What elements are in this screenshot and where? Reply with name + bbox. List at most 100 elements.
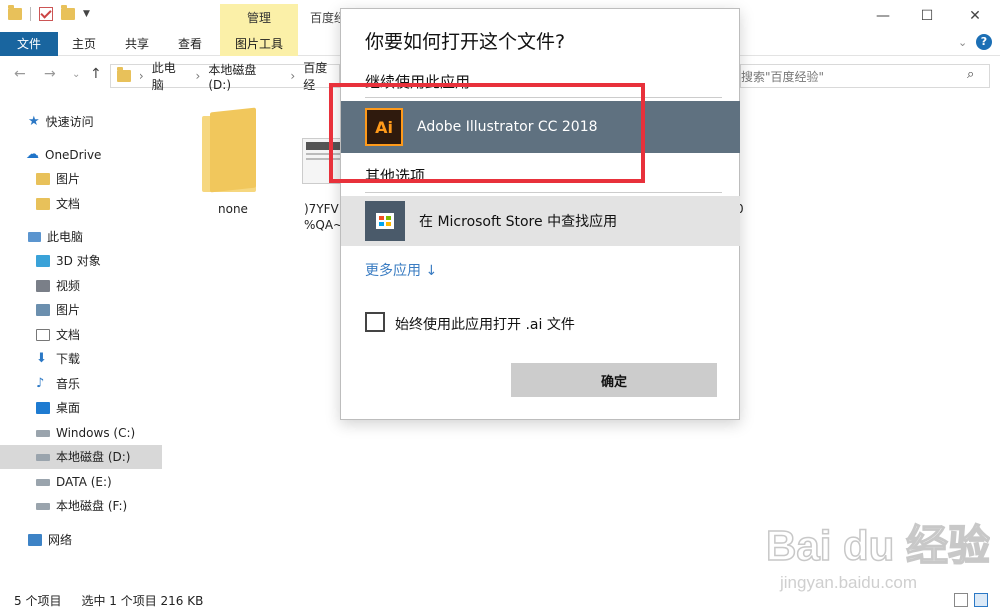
drive-icon xyxy=(36,453,50,461)
sidebar-item-drive-e[interactable]: DATA (E:) xyxy=(0,470,162,494)
sidebar-item-onedrive[interactable]: ☁ OneDrive xyxy=(0,143,162,167)
tab-picture-tools[interactable]: 图片工具 xyxy=(220,32,298,56)
sidebar-item-label: 桌面 xyxy=(56,401,81,415)
network-icon xyxy=(28,534,42,546)
store-icon xyxy=(365,201,405,241)
file-tab[interactable]: 文件 xyxy=(0,32,58,56)
baidu-jingyan-watermark: Bai du 经验 jingyan.baidu.com xyxy=(765,521,990,592)
quick-access-toolbar: ▼ xyxy=(8,5,90,21)
folder-icon xyxy=(117,67,131,82)
sidebar-item-label: 下载 xyxy=(56,352,81,366)
breadcrumb-this-pc[interactable]: 此电脑 xyxy=(152,59,188,93)
sidebar-item-drive-c[interactable]: Windows (C:) xyxy=(0,421,162,445)
manage-tab[interactable]: 管理 xyxy=(220,4,298,32)
cloud-icon: ☁ xyxy=(26,147,39,162)
folder-icon xyxy=(36,198,50,210)
file-name: none xyxy=(218,202,248,216)
file-name-continued: %QA~ xyxy=(304,218,344,232)
watermark-brand: Bai du 经验 xyxy=(766,522,990,569)
sidebar-item-quick-access[interactable]: ★ 快速访问 xyxy=(0,110,162,134)
documents-icon xyxy=(36,329,50,341)
recent-dropdown-icon[interactable]: ⌄ xyxy=(72,69,80,80)
tab-home[interactable]: 主页 xyxy=(72,32,96,56)
divider xyxy=(30,7,31,21)
sidebar-item-label: Windows (C:) xyxy=(56,426,136,440)
drive-icon xyxy=(36,429,50,437)
properties-icon[interactable] xyxy=(39,7,53,21)
sidebar-item-label: 视频 xyxy=(56,279,81,293)
drive-icon xyxy=(36,502,50,510)
app-option-microsoft-store[interactable]: 在 Microsoft Store 中查找应用 xyxy=(341,196,740,246)
item-count: 5 个项目 xyxy=(14,593,62,608)
minimize-button[interactable]: — xyxy=(860,0,906,32)
download-icon: ⬇ xyxy=(36,351,47,366)
search-input[interactable]: 搜索"百度经验" ⌕ xyxy=(740,64,990,88)
tab-view[interactable]: 查看 xyxy=(178,32,202,56)
sidebar-item-network[interactable]: 网络 xyxy=(0,528,162,552)
sidebar-item-label: 本地磁盘 (D:) xyxy=(56,450,131,464)
sidebar-item-label: 本地磁盘 (F:) xyxy=(56,499,128,513)
sidebar-item-label: 音乐 xyxy=(56,377,81,391)
customize-dropdown-icon[interactable]: ▼ xyxy=(83,9,90,19)
pictures-icon xyxy=(36,304,50,316)
desktop-icon xyxy=(36,402,50,414)
sidebar-item-music[interactable]: ♪ 音乐 xyxy=(0,372,162,396)
large-icons-view-icon[interactable] xyxy=(974,593,988,607)
ok-button[interactable]: 确定 xyxy=(511,363,717,397)
video-icon xyxy=(36,280,50,292)
folder-icon xyxy=(36,173,50,185)
sidebar-item-label: DATA (E:) xyxy=(56,475,112,489)
highlight-annotation xyxy=(329,83,645,183)
sidebar-item-documents[interactable]: 文档 xyxy=(0,323,162,347)
watermark-url: jingyan.baidu.com xyxy=(779,573,917,592)
sidebar-item-onedrive-pictures[interactable]: 图片 xyxy=(0,167,162,191)
sidebar-item-drive-f[interactable]: 本地磁盘 (F:) xyxy=(0,494,162,518)
breadcrumb-drive-d[interactable]: 本地磁盘 (D:) xyxy=(208,61,282,92)
sidebar-item-desktop[interactable]: 桌面 xyxy=(0,396,162,420)
sidebar-item-label: 快速访问 xyxy=(45,115,94,129)
sidebar-item-3d-objects[interactable]: 3D 对象 xyxy=(0,249,162,273)
search-icon[interactable]: ⌕ xyxy=(967,67,974,82)
expand-ribbon-icon[interactable]: ⌄ xyxy=(958,36,967,49)
maximize-button[interactable]: ☐ xyxy=(904,0,950,32)
dialog-title: 你要如何打开这个文件? xyxy=(365,31,566,53)
help-icon[interactable]: ? xyxy=(976,34,992,50)
new-folder-icon[interactable] xyxy=(61,5,75,20)
forward-icon[interactable]: → xyxy=(44,66,56,82)
music-icon: ♪ xyxy=(36,376,45,391)
sidebar-item-pictures[interactable]: 图片 xyxy=(0,298,162,322)
sidebar-item-videos[interactable]: 视频 xyxy=(0,274,162,298)
sidebar-item-onedrive-documents[interactable]: 文档 xyxy=(0,192,162,216)
up-icon[interactable]: ↑ xyxy=(90,66,102,82)
drive-icon xyxy=(36,478,50,486)
folder-icon[interactable] xyxy=(8,5,22,20)
sidebar-item-label: 图片 xyxy=(56,303,81,317)
search-placeholder: 搜索"百度经验" xyxy=(741,69,825,84)
divider xyxy=(365,192,722,193)
details-view-icon[interactable] xyxy=(954,593,968,607)
sidebar-item-label: OneDrive xyxy=(45,148,102,162)
always-use-label[interactable]: 始终使用此应用打开 .ai 文件 xyxy=(395,314,575,334)
more-apps-link[interactable]: 更多应用 ↓ xyxy=(365,260,437,280)
sidebar-item-label: 文档 xyxy=(56,197,81,211)
selection-info: 选中 1 个项目 216 KB xyxy=(81,593,204,608)
close-button[interactable]: ✕ xyxy=(952,0,998,32)
star-icon: ★ xyxy=(28,114,40,129)
cube-icon xyxy=(36,255,50,267)
back-icon[interactable]: ← xyxy=(14,66,26,82)
open-with-dialog: 你要如何打开这个文件? 继续使用此应用 Ai Adobe Illustrator… xyxy=(340,8,740,420)
sidebar-item-downloads[interactable]: ⬇ 下载 xyxy=(0,347,162,371)
sidebar-item-label: 文档 xyxy=(56,328,81,342)
sidebar-item-this-pc[interactable]: 此电脑 xyxy=(0,225,162,249)
sidebar-item-drive-d[interactable]: 本地磁盘 (D:) xyxy=(0,445,162,469)
file-name: )7YFV xyxy=(304,202,339,216)
tab-share[interactable]: 共享 xyxy=(125,32,149,56)
sidebar-item-label: 网络 xyxy=(48,533,73,547)
folder-icon-front xyxy=(210,107,256,193)
address-bar[interactable]: › 此电脑 › 本地磁盘 (D:) › 百度经 xyxy=(110,61,340,92)
always-use-checkbox[interactable] xyxy=(365,312,385,332)
app-option-label: 在 Microsoft Store 中查找应用 xyxy=(419,214,618,230)
navigation-pane: ★ 快速访问 ☁ OneDrive 图片 文档 此电脑 3D 对象 视频 图片 … xyxy=(0,94,162,586)
folder-item[interactable] xyxy=(200,107,260,210)
sidebar-item-label: 此电脑 xyxy=(47,230,84,244)
